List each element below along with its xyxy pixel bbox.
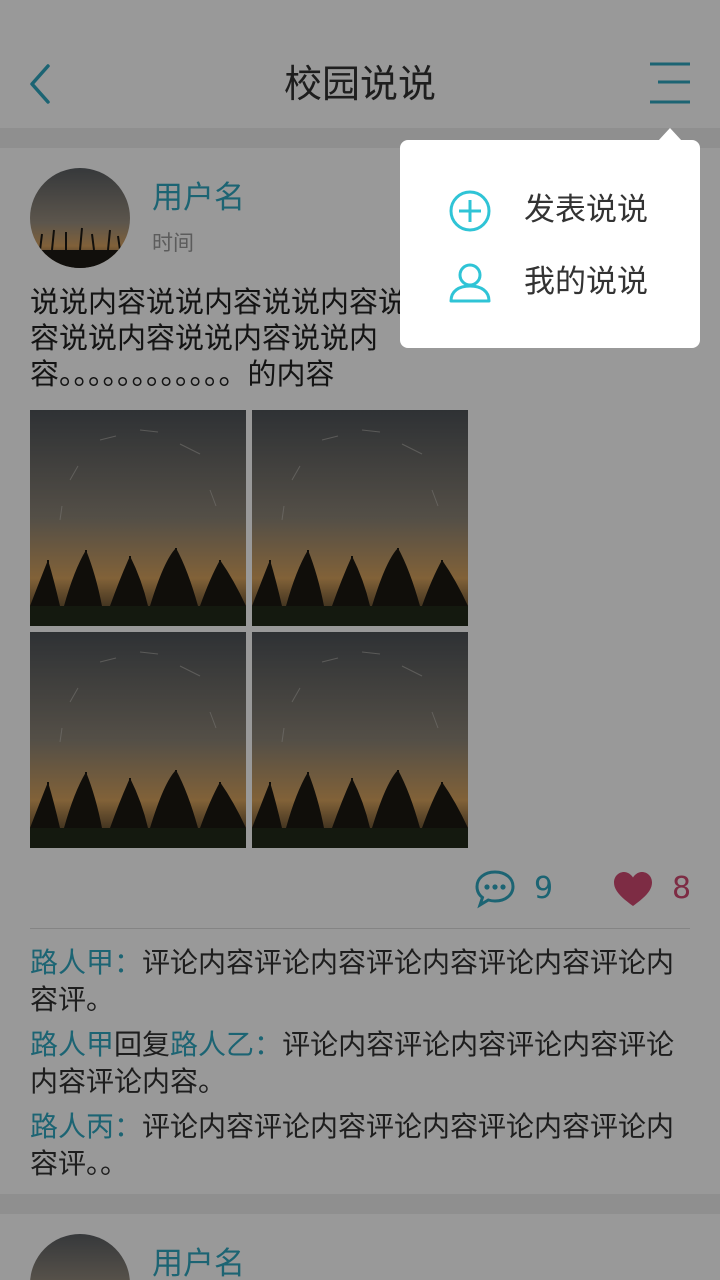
menu-item-post[interactable]: 发表说说 bbox=[400, 180, 700, 240]
menu-item-label: 发表说说 bbox=[524, 192, 648, 228]
popup-menu: 发表说说 我的说说 bbox=[400, 140, 700, 348]
plus-circle-icon bbox=[449, 190, 491, 232]
user-icon bbox=[449, 263, 491, 303]
menu-item-mine[interactable]: 我的说说 bbox=[400, 252, 700, 312]
menu-item-label: 我的说说 bbox=[524, 264, 648, 300]
